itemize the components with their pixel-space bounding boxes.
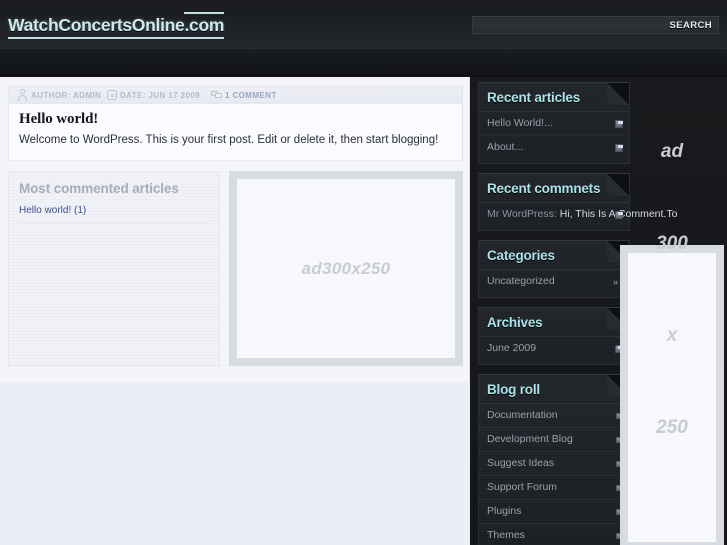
search-input[interactable]	[477, 19, 662, 32]
content-inner: AUTHOR: ADMIN DATE: JUN 17 2009 1 COMMEN…	[8, 85, 463, 366]
sidebar-item-plugins[interactable]: Plugins	[479, 499, 629, 523]
list-item-label: Uncategorized	[487, 275, 555, 287]
search-box[interactable]: SEARCH	[472, 16, 719, 34]
post-excerpt: Welcome to WordPress. This is your first…	[19, 134, 439, 146]
sidebar-item-recent-article-1[interactable]: Hello World!...	[479, 111, 629, 135]
sidebar-item-support-forum[interactable]: Support Forum	[479, 475, 629, 499]
post-title[interactable]: Hello world!	[19, 111, 462, 128]
site-header: WatchConcertsOnline.com SEARCH HOME ABOU…	[0, 0, 727, 129]
page-root: WatchConcertsOnline.com SEARCH HOME ABOU…	[0, 0, 727, 545]
comment-icon	[211, 89, 222, 101]
search-button[interactable]: SEARCH	[669, 20, 712, 31]
disk-icon	[615, 210, 623, 219]
sidebar-item-recent-article-2[interactable]: About...	[479, 135, 629, 159]
ad-banner-vertical[interactable]: ad 300 x 250	[620, 142, 724, 545]
corner-fold-icon	[607, 83, 629, 105]
author-icon	[17, 89, 28, 101]
list-item-label: About...	[487, 141, 524, 153]
most-commented-title: Most commented articles	[19, 181, 179, 196]
ad-placeholder-label: ad300x250	[301, 258, 391, 278]
sidebar-item-category-uncategorized[interactable]: Uncategorized »	[479, 269, 629, 293]
widget-categories: Categories Uncategorized »	[478, 240, 630, 298]
disk-icon	[615, 119, 623, 128]
ad-placeholder-label: ad300x250	[656, 141, 688, 438]
list-item-label: June 2009	[487, 342, 537, 354]
corner-fold-icon	[607, 174, 629, 196]
list-item-label: Development Blog	[487, 433, 573, 445]
site-logo[interactable]: WatchConcertsOnline.com	[8, 15, 224, 39]
most-commented-widget: Most commented articles Hello world! (1)	[8, 171, 220, 366]
post-article: AUTHOR: ADMIN DATE: JUN 17 2009 1 COMMEN…	[8, 85, 463, 161]
widget-recent-comments: Recent commnets Mr WordPress: Hi, This I…	[478, 173, 677, 231]
list-item-label: Hello World!...	[487, 117, 553, 129]
list-item-label: Plugins	[487, 505, 522, 517]
widget-blogroll: Blog roll Documentation Development Blog…	[478, 374, 630, 545]
post-author: AUTHOR: ADMIN	[31, 91, 102, 100]
list-item-label: Documentation	[487, 409, 558, 421]
widget-list: Mr WordPress: Hi, This Is A Comment.To	[479, 202, 677, 230]
sidebar-item-themes[interactable]: Themes	[479, 523, 629, 545]
disk-icon	[615, 143, 623, 152]
sidebar-item-recent-comment-1[interactable]: Mr WordPress: Hi, This Is A Comment.To	[479, 202, 677, 226]
site-logo-suffix: .com	[184, 15, 225, 35]
ad-banner-inline[interactable]: ad300x250	[229, 171, 463, 366]
sidebar-item-archive-june-2009[interactable]: June 2009	[479, 336, 629, 360]
comment-author: Mr WordPress:	[487, 208, 557, 220]
most-commented-list: Hello world! (1)	[19, 205, 209, 223]
widget-list: Uncategorized »	[479, 269, 629, 297]
widget-list: Hello World!... About...	[479, 111, 629, 163]
list-item-label: Suggest Ideas	[487, 457, 555, 469]
main-content: AUTHOR: ADMIN DATE: JUN 17 2009 1 COMMEN…	[0, 77, 470, 382]
widget-list: Documentation Development Blog Suggest I…	[479, 403, 629, 545]
content-lower-row: Most commented articles Hello world! (1)…	[8, 171, 463, 366]
post-date: DATE: JUN 17 2009	[120, 91, 201, 100]
calendar-icon	[107, 89, 118, 101]
list-item[interactable]: Hello world! (1)	[19, 205, 209, 223]
list-item-label: Themes	[487, 529, 525, 541]
sidebar-item-development-blog[interactable]: Development Blog	[479, 427, 629, 451]
sidebar-item-suggest-ideas[interactable]: Suggest Ideas	[479, 451, 629, 475]
header-row: WatchConcertsOnline.com SEARCH	[0, 0, 727, 48]
widget-list: June 2009	[479, 336, 629, 364]
list-item-label: Support Forum	[487, 481, 558, 493]
site-logo-main: WatchConcertsOnline	[8, 15, 185, 35]
post-comment-count[interactable]: 1 COMMENT	[225, 90, 277, 101]
sidebar-item-documentation[interactable]: Documentation	[479, 403, 629, 427]
widget-recent-articles: Recent articles Hello World!... About...	[478, 82, 630, 164]
main-nav: HOME ABOUT RO FULL RSS COMMENTS RSS	[0, 48, 727, 129]
widget-archives: Archives June 2009	[478, 307, 630, 365]
sidebar-widgets: Recent articles Hello World!... About...…	[478, 82, 677, 545]
post-meta: AUTHOR: ADMIN DATE: JUN 17 2009 1 COMMEN…	[9, 86, 462, 104]
